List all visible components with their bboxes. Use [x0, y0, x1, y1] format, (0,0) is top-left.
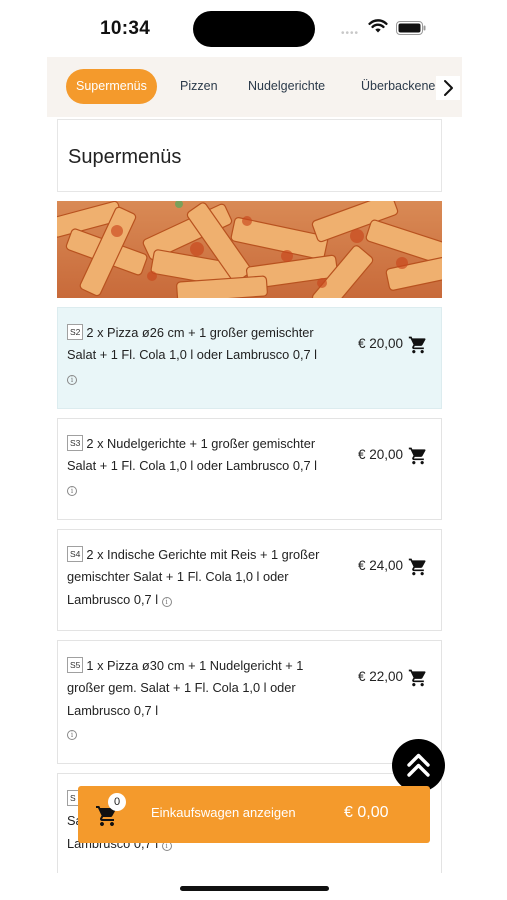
cart-count-badge: 0 [108, 793, 126, 811]
cart-bar-label: Einkaufswagen anzeigen [151, 805, 296, 820]
menu-item[interactable]: S2 2 x Pizza ø26 cm + 1 großer gemischter… [57, 307, 442, 409]
item-description: 2 x Nudelgerichte + 1 großer gemischter … [67, 436, 318, 474]
item-code-badge: S [67, 790, 79, 806]
view-cart-button[interactable]: 0 Einkaufswagen anzeigen € 0,00 [78, 786, 430, 843]
add-to-cart-icon[interactable] [408, 335, 428, 355]
info-icon[interactable]: i [67, 374, 77, 385]
info-icon[interactable]: i [161, 596, 172, 607]
battery-icon [396, 21, 426, 35]
dynamic-island [193, 11, 315, 47]
item-price: € 22,00 [358, 669, 404, 684]
tab-nudelgerichte[interactable]: Nudelgerichte [248, 69, 325, 104]
info-icon[interactable]: i [67, 485, 77, 496]
menu-item[interactable]: S3 2 x Nudelgerichte + 1 großer gemischte… [57, 418, 442, 520]
item-price: € 24,00 [358, 558, 404, 573]
item-price: € 20,00 [358, 336, 404, 351]
category-tab-bar: Supermenüs Pizzen Nudelgerichte Überback… [47, 57, 462, 117]
status-time: 10:34 [100, 18, 151, 39]
item-description: 2 x Indische Gerichte mit Reis + 1 große… [67, 547, 320, 607]
cart-total: € 0,00 [344, 804, 389, 821]
status-bar: 10:34 •••• [0, 0, 507, 58]
add-to-cart-icon[interactable] [408, 446, 428, 466]
menu-item[interactable]: S4 2 x Indische Gerichte mit Reis + 1 gro… [57, 529, 442, 631]
wifi-icon [368, 19, 388, 33]
signal-dots-icon: •••• [341, 28, 360, 39]
chevron-right-icon[interactable] [436, 76, 460, 100]
item-price: € 20,00 [358, 447, 404, 462]
item-code-badge: S2 [67, 324, 84, 340]
item-code-badge: S5 [67, 657, 84, 673]
add-to-cart-icon[interactable] [408, 557, 428, 577]
tab-ueberbackene[interactable]: Überbackene [361, 69, 435, 104]
tab-supermenus[interactable]: Supermenüs [66, 69, 157, 104]
double-chevron-up-icon [407, 753, 430, 777]
tab-pizzen[interactable]: Pizzen [180, 69, 218, 104]
add-to-cart-icon[interactable] [408, 668, 428, 688]
penne-pasta-image [57, 201, 442, 298]
menu-item[interactable]: S5 1 x Pizza ø30 cm + 1 Nudelgericht + 1 … [57, 640, 442, 764]
item-code-badge: S4 [67, 546, 84, 562]
item-code-badge: S3 [67, 435, 84, 451]
section-header: Supermenüs [57, 119, 442, 192]
item-description: 1 x Pizza ø30 cm + 1 Nudelgericht + 1 gr… [67, 658, 304, 718]
item-description: 2 x Pizza ø26 cm + 1 großer gemischter S… [67, 325, 318, 363]
home-indicator [180, 886, 329, 891]
section-title: Supermenüs [68, 146, 182, 168]
scroll-to-top-button[interactable] [392, 739, 445, 792]
info-icon[interactable]: i [67, 730, 77, 741]
